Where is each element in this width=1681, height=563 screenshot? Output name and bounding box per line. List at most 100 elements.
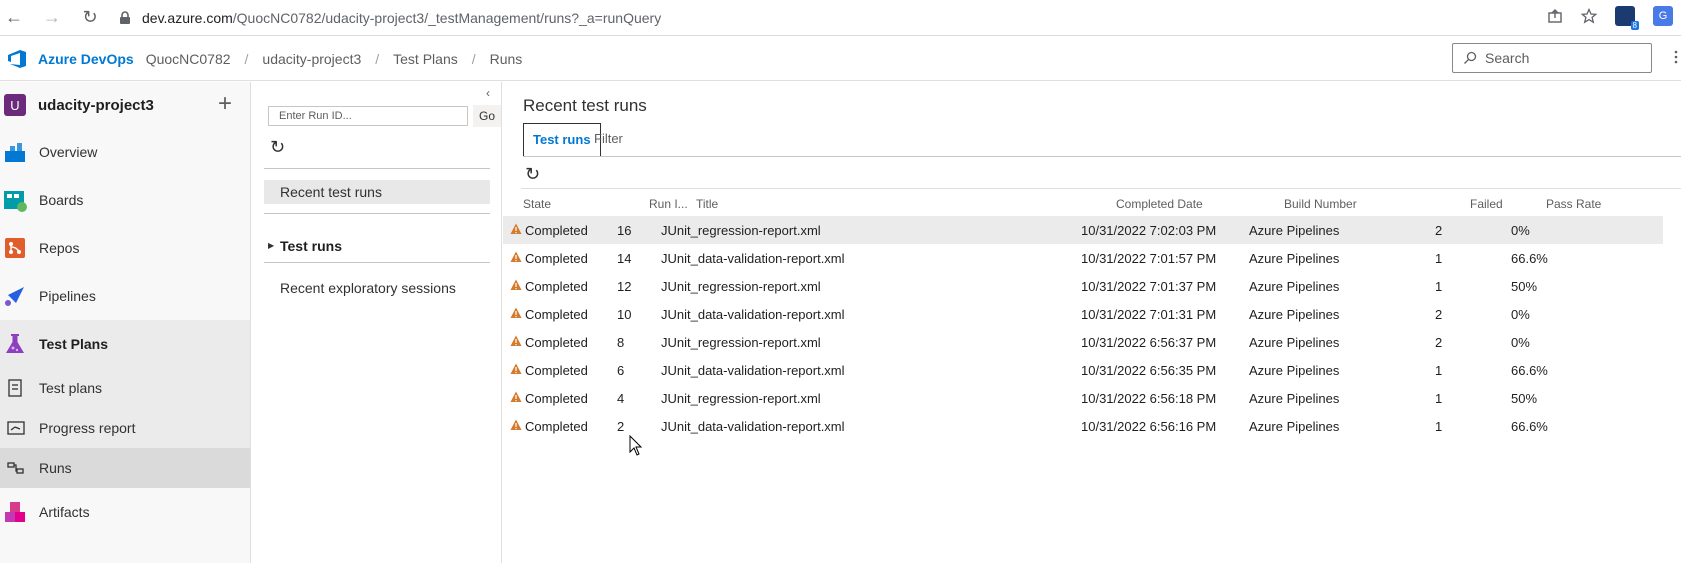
azure-devops-logo-icon[interactable] (6, 48, 28, 70)
nav-sub-runs[interactable]: Runs (0, 448, 250, 488)
run-id-input[interactable]: Enter Run ID... (268, 106, 468, 126)
table-row[interactable]: Completed 16 JUnit_regression-report.xml 10… (503, 216, 1663, 244)
table-row[interactable]: Completed 10 JUnit_data-validation-report.… (503, 300, 1663, 328)
table-row[interactable]: Completed 4 JUnit_regression-report.xml 10/… (503, 384, 1663, 412)
table-row[interactable]: Completed 14 JUnit_data-validation-report.… (503, 244, 1663, 272)
search-placeholder: Search (1485, 50, 1530, 66)
breadcrumb-org[interactable]: QuocNC0782 (146, 51, 231, 67)
cell-pass-rate: 0% (1511, 223, 1530, 238)
breadcrumb-separator: / (244, 50, 249, 67)
extension-icon[interactable]: 8 (1615, 6, 1639, 30)
column-header-completed-date[interactable]: Completed Date (1116, 197, 1203, 211)
refresh-icon[interactable]: ↻ (270, 137, 285, 158)
progress-report-icon (7, 421, 25, 435)
expand-triangle-icon[interactable]: ▶ (268, 234, 274, 258)
cell-state: Completed (525, 391, 588, 406)
cell-run-id[interactable]: 12 (617, 279, 631, 294)
back-icon[interactable]: ← (2, 6, 26, 30)
main-content: Recent test runs Test runs Filter ↻ Stat… (503, 82, 1681, 563)
brand-label[interactable]: Azure DevOps (38, 51, 134, 67)
address-bar[interactable]: dev.azure.com/QuocNC0782/udacity-project… (118, 10, 661, 26)
nav-item-pipelines[interactable]: Pipelines (0, 272, 250, 320)
warning-icon (510, 279, 522, 290)
project-selector[interactable]: U udacity-project3 + (0, 82, 250, 128)
cell-title[interactable]: JUnit_data-validation-report.xml (661, 251, 845, 266)
collapse-panel-icon[interactable]: ‹ (486, 86, 490, 100)
test-plans-list-icon (8, 379, 22, 397)
cell-build-number: Azure Pipelines (1249, 335, 1340, 350)
reload-icon[interactable]: ↻ (78, 6, 102, 30)
column-header-pass-rate[interactable]: Pass Rate (1546, 197, 1601, 211)
breadcrumb-test-plans[interactable]: Test Plans (393, 51, 458, 67)
cell-failed: 2 (1435, 307, 1443, 322)
go-button[interactable]: Go (473, 105, 501, 127)
divider (264, 168, 490, 169)
cell-completed-date: 10/31/2022 6:56:16 PM (1081, 419, 1217, 434)
cell-build-number: Azure Pipelines (1249, 419, 1340, 434)
nav-item-repos[interactable]: Repos (0, 224, 250, 272)
cell-failed: 1 (1435, 251, 1443, 266)
column-header-title[interactable]: Title (696, 197, 718, 211)
translate-extension-icon[interactable]: G (1653, 6, 1673, 26)
repos-icon (5, 238, 25, 258)
cell-failed: 1 (1435, 391, 1443, 406)
left-navigation: U udacity-project3 + Overview Boards Rep… (0, 82, 251, 563)
column-header-run-id[interactable]: Run I... (649, 197, 688, 211)
table-row[interactable]: Completed 2 JUnit_data-validation-report.x… (503, 412, 1663, 440)
refresh-runs-icon[interactable]: ↻ (525, 164, 540, 185)
test-runs-tree-node[interactable]: ▶ Test runs (264, 234, 490, 258)
nav-sub-progress-report[interactable]: Progress report (0, 408, 250, 448)
cell-run-id[interactable]: 2 (617, 419, 624, 434)
search-input[interactable]: Search (1452, 43, 1652, 73)
cell-title[interactable]: JUnit_regression-report.xml (661, 279, 821, 294)
column-header-failed[interactable]: Failed (1470, 197, 1503, 211)
table-row[interactable]: Completed 6 JUnit_data-validation-report.x… (503, 356, 1663, 384)
warning-icon (510, 251, 522, 262)
column-header-state[interactable]: State (523, 197, 551, 211)
nav-sub-test-plans[interactable]: Test plans (0, 368, 250, 408)
cell-pass-rate: 0% (1511, 307, 1530, 322)
cell-title[interactable]: JUnit_data-validation-report.xml (661, 307, 845, 322)
tab-filter[interactable]: Filter (585, 123, 632, 157)
divider (264, 262, 490, 263)
nav-label: Progress report (39, 420, 136, 436)
nav-label: Test plans (39, 380, 103, 396)
cell-run-id[interactable]: 8 (617, 335, 624, 350)
cell-title[interactable]: JUnit_regression-report.xml (661, 335, 821, 350)
more-options-icon[interactable] (1674, 49, 1678, 65)
cell-run-id[interactable]: 16 (617, 223, 631, 238)
cell-failed: 1 (1435, 419, 1443, 434)
nav-item-boards[interactable]: Boards (0, 176, 250, 224)
recent-exploratory-sessions-link[interactable]: Recent exploratory sessions (264, 276, 490, 300)
bookmark-star-icon[interactable] (1581, 8, 1597, 24)
breadcrumb-project[interactable]: udacity-project3 (262, 51, 361, 67)
warning-icon (510, 363, 522, 374)
recent-test-runs-link[interactable]: Recent test runs (264, 180, 490, 204)
extension-badge-count: 8 (1630, 21, 1639, 30)
cell-title[interactable]: JUnit_regression-report.xml (661, 391, 821, 406)
breadcrumb-runs[interactable]: Runs (490, 51, 523, 67)
table-row[interactable]: Completed 12 JUnit_regression-report.xml 10… (503, 272, 1663, 300)
nav-label: Runs (39, 460, 72, 476)
cell-title[interactable]: JUnit_data-validation-report.xml (661, 419, 845, 434)
cell-run-id[interactable]: 14 (617, 251, 631, 266)
cell-build-number: Azure Pipelines (1249, 307, 1340, 322)
cell-run-id[interactable]: 10 (617, 307, 631, 322)
page-title: Recent test runs (523, 96, 647, 115)
share-icon[interactable] (1547, 8, 1563, 24)
cell-state: Completed (525, 363, 588, 378)
add-icon[interactable]: + (218, 92, 232, 116)
cell-title[interactable]: JUnit_data-validation-report.xml (661, 363, 845, 378)
nav-item-overview[interactable]: Overview (0, 128, 250, 176)
nav-item-test-plans[interactable]: Test Plans (0, 320, 250, 368)
forward-icon[interactable]: → (40, 6, 64, 30)
cell-completed-date: 10/31/2022 7:01:31 PM (1081, 307, 1217, 322)
cell-run-id[interactable]: 4 (617, 391, 624, 406)
nav-item-artifacts[interactable]: Artifacts (0, 488, 250, 536)
cell-state: Completed (525, 251, 588, 266)
table-row[interactable]: Completed 8 JUnit_regression-report.xml 10/… (503, 328, 1663, 356)
runs-side-panel: ‹ Enter Run ID... Go ↻ Recent test runs … (252, 82, 502, 563)
cell-title[interactable]: JUnit_regression-report.xml (661, 223, 821, 238)
column-header-build-number[interactable]: Build Number (1284, 197, 1357, 211)
cell-run-id[interactable]: 6 (617, 363, 624, 378)
